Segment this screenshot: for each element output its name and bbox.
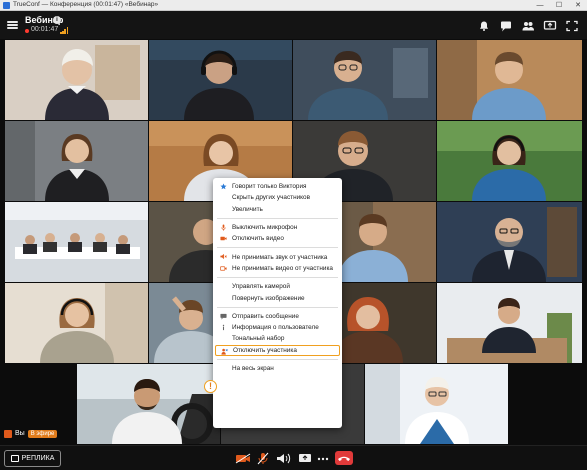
conference-control-bar: РЕПЛИКА (0, 445, 587, 470)
context-menu-item[interactable]: Отключить участника (215, 344, 340, 356)
participants-icon[interactable] (521, 19, 535, 31)
message-icon (220, 313, 227, 320)
microphone-icon (220, 224, 227, 231)
chat-icon[interactable] (499, 19, 513, 32)
context-menu-item-label: Информация о пользователе (232, 324, 319, 332)
chat-icon (10, 455, 19, 462)
participant-video-tile[interactable] (5, 121, 148, 201)
info-icon (220, 324, 227, 331)
menu-icon[interactable] (7, 21, 18, 29)
context-menu-item-label: На весь экран (232, 365, 274, 372)
hangup-icon (338, 456, 350, 461)
participant-video-tile[interactable] (77, 364, 220, 444)
record-indicator-icon (25, 29, 29, 33)
context-menu-item-label: Тональный набор (232, 335, 285, 343)
menu-separator (217, 217, 338, 219)
context-menu-item-label: Увеличить (232, 205, 263, 213)
context-menu-item-label: Скрыть других участников (232, 194, 310, 202)
context-menu-item-label: Отключить участника (233, 346, 297, 354)
participant-video-tile[interactable] (149, 40, 292, 120)
menu-separator (217, 277, 338, 279)
context-menu-item[interactable]: На весь экран (215, 363, 340, 374)
menu-separator (217, 247, 338, 249)
app-icon (3, 2, 10, 9)
menu-separator (217, 306, 338, 308)
participant-video-tile[interactable] (437, 121, 582, 201)
context-menu-item-label: Не принимать звук от участника (232, 253, 328, 261)
os-window-title: TrueConf — Конференция (00:01:47) «Вебин… (13, 1, 159, 8)
share-screen-icon[interactable] (543, 19, 557, 31)
speaker-off-icon (220, 253, 227, 260)
os-title-bar: TrueConf — Конференция (00:01:47) «Вебин… (0, 0, 587, 11)
context-menu-item[interactable]: Управлять камерой (215, 281, 340, 292)
context-menu-item-label: Повернуть изображение (232, 294, 305, 302)
menu-separator (217, 358, 338, 360)
star-icon (220, 183, 227, 190)
participant-context-menu: Говорит только Виктория Скрыть других уча… (213, 178, 342, 428)
context-menu-item[interactable]: Повернуть изображение (215, 292, 340, 303)
conference-timer: 00:01:47 (31, 26, 59, 33)
context-menu-item-label: Управлять камерой (232, 283, 290, 291)
context-menu-item[interactable]: Информация о пользователе (215, 322, 340, 333)
reply-button[interactable]: РЕПЛИКА (4, 450, 61, 467)
context-menu-item[interactable]: Тональный набор (215, 333, 340, 344)
context-menu-item-label: Выключить микрофон (232, 224, 298, 232)
context-menu-item-label: Не принимать видео от участника (232, 264, 333, 272)
camera-icon (220, 235, 227, 242)
close-window-button[interactable]: ✕ (569, 0, 587, 11)
microphone-muted-icon[interactable] (4, 429, 12, 438)
camera-icon[interactable] (235, 452, 253, 465)
context-menu-item[interactable]: Не принимать видео от участника (215, 263, 340, 274)
microphone-icon[interactable] (256, 452, 270, 465)
participant-video-tile[interactable] (437, 40, 582, 120)
participant-video-tile[interactable] (437, 202, 582, 282)
participant-video-tile[interactable] (293, 40, 436, 120)
participant-video-tile[interactable] (437, 283, 582, 363)
reply-button-label: РЕПЛИКА (21, 455, 55, 462)
context-menu-item[interactable]: Увеличить (215, 204, 340, 215)
context-menu-item[interactable]: Говорит только Виктория (215, 181, 340, 192)
minimize-button[interactable]: — (531, 0, 549, 11)
bell-icon[interactable] (477, 19, 491, 31)
participant-video-tile[interactable] (5, 283, 148, 363)
participant-video-tile[interactable] (365, 364, 508, 444)
info-icon[interactable]: i (53, 16, 61, 24)
participant-video-tile[interactable] (5, 202, 148, 282)
context-menu-item[interactable]: Выключить микрофон (215, 222, 340, 233)
fullscreen-icon[interactable] (565, 19, 579, 32)
context-menu-item[interactable]: Не принимать звук от участника (215, 251, 340, 262)
context-menu-item[interactable]: Отключить видео (215, 233, 340, 244)
participant-video-tile[interactable] (5, 40, 148, 120)
context-menu-item[interactable]: Скрыть других участников (215, 192, 340, 203)
warning-icon: ! (204, 380, 217, 393)
context-menu-item-label: Отправить сообщение (232, 312, 299, 320)
conference-header: Вебинар i 00:01:47 (0, 11, 587, 39)
on-air-badge: В эфире (27, 429, 58, 438)
context-menu-item-label: Говорит только Виктория (232, 183, 307, 191)
maximize-button[interactable]: ☐ (550, 0, 568, 11)
self-name-label: Вы (15, 430, 25, 437)
share-icon[interactable] (298, 452, 312, 465)
context-menu-item[interactable]: Отправить сообщение (215, 311, 340, 322)
self-view-status: Вы В эфире (0, 423, 80, 444)
more-icon[interactable] (317, 452, 329, 465)
speaker-icon[interactable] (275, 452, 293, 465)
kick-user-icon (221, 348, 228, 355)
signal-strength-icon (60, 27, 69, 34)
hangup-button[interactable] (335, 451, 353, 465)
context-menu-item-label: Отключить видео (232, 235, 284, 243)
video-off-icon (220, 265, 227, 272)
